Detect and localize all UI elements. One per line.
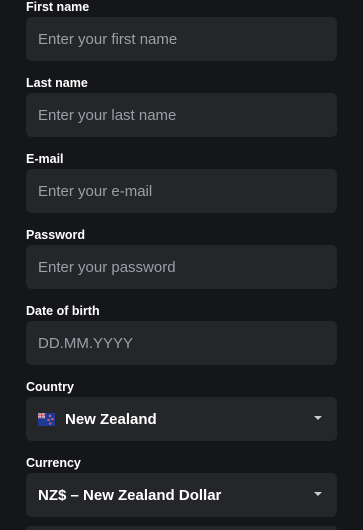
chevron-down-icon (314, 416, 322, 420)
password-input[interactable] (26, 245, 337, 289)
date-of-birth-input[interactable] (26, 321, 337, 365)
next-field-edge (26, 526, 337, 530)
country-selected-value: New Zealand (65, 410, 157, 428)
country-label: Country (26, 380, 74, 394)
email-input[interactable] (26, 169, 337, 213)
first-name-input-box (26, 17, 337, 61)
new-zealand-flag-icon (38, 412, 55, 426)
country-select[interactable]: New Zealand (26, 397, 337, 441)
currency-selected-value: NZ$ – New Zealand Dollar (38, 486, 222, 504)
password-input-box (26, 245, 337, 289)
last-name-input[interactable] (26, 93, 337, 137)
first-name-label: First name (26, 0, 90, 14)
currency-label: Currency (26, 456, 81, 470)
last-name-input-box (26, 93, 337, 137)
email-label: E-mail (26, 152, 64, 166)
last-name-label: Last name (26, 76, 88, 90)
email-input-box (26, 169, 337, 213)
date-of-birth-input-box (26, 321, 337, 365)
currency-select[interactable]: NZ$ – New Zealand Dollar (26, 473, 337, 517)
first-name-input[interactable] (26, 17, 337, 61)
date-of-birth-label: Date of birth (26, 304, 100, 318)
password-label: Password (26, 228, 86, 242)
chevron-down-icon (314, 492, 322, 496)
